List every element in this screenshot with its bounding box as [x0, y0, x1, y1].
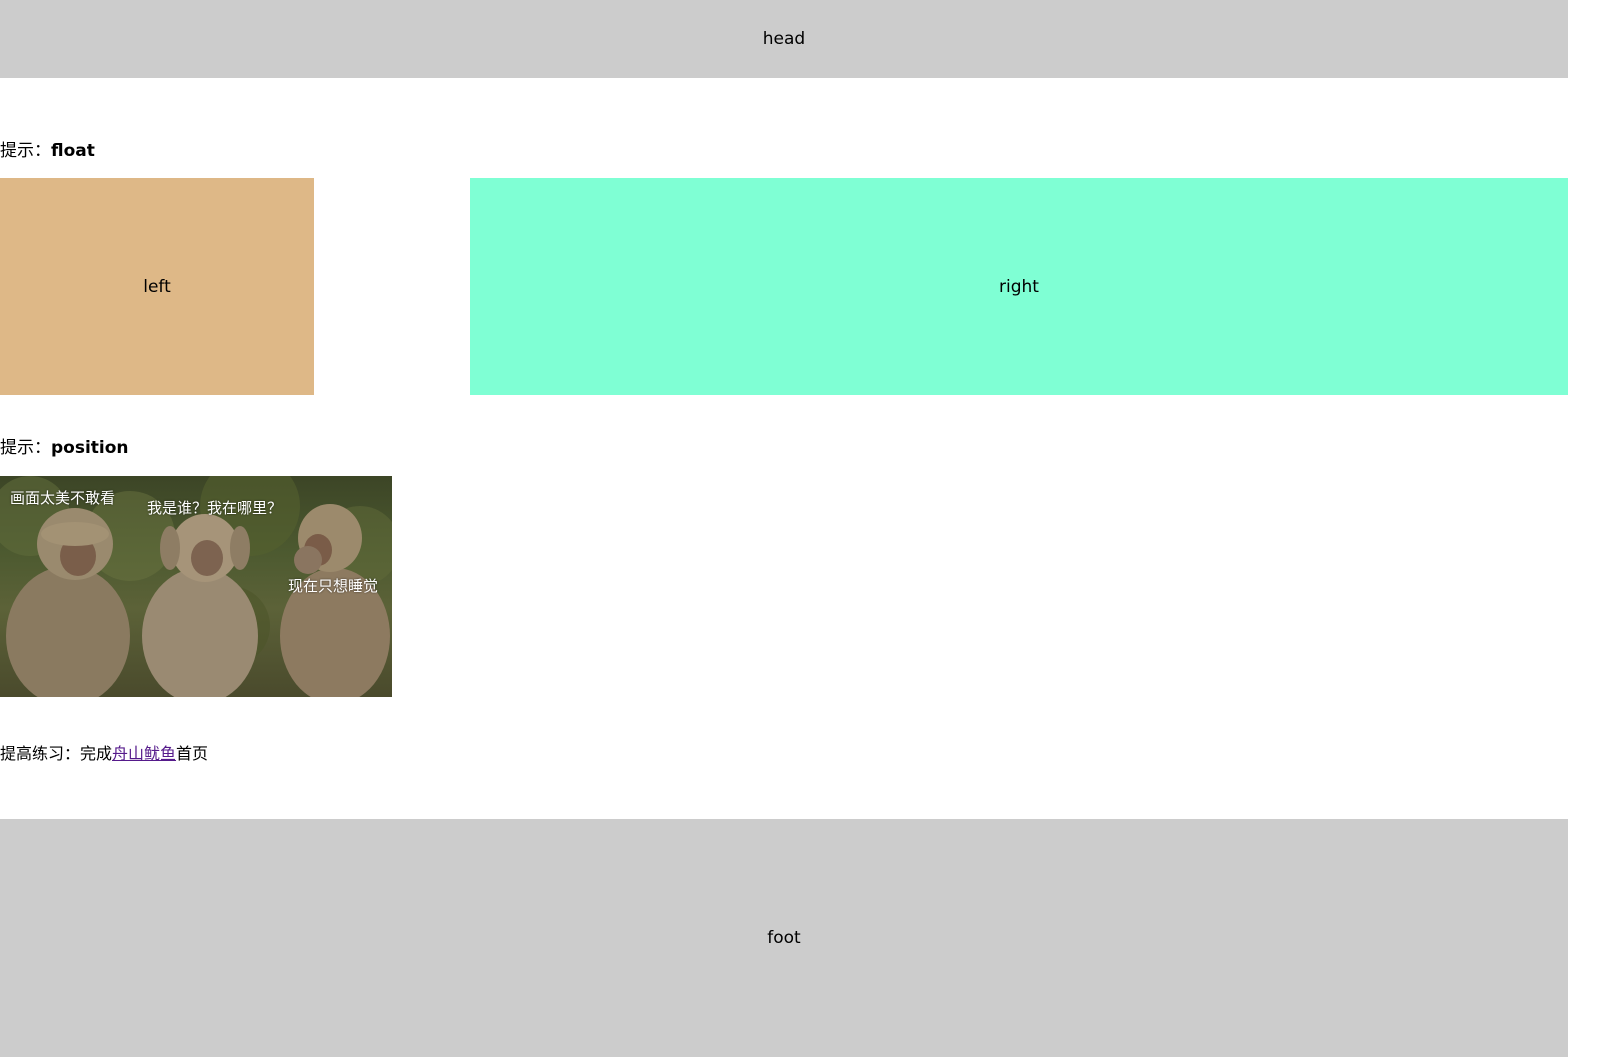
- right-float-box: right: [470, 178, 1568, 395]
- header: head: [0, 0, 1568, 78]
- caption-want-sleep: 现在只想睡觉: [288, 577, 379, 595]
- left-box-label: left: [143, 276, 171, 297]
- caption-who-am-i: 我是谁？我在哪里？: [147, 499, 283, 517]
- float-hint-keyword: float: [51, 141, 95, 161]
- position-hint-prefix: 提示：: [0, 438, 51, 458]
- practice-text: 提高练习：完成舟山鱿鱼首页: [0, 740, 208, 764]
- header-label: head: [762, 29, 806, 49]
- footer-label: foot: [767, 928, 801, 948]
- position-hint-keyword: position: [51, 438, 129, 458]
- three-monkeys-image: 画面太美不敢看 我是谁？我在哪里？ 现在只想睡觉: [0, 476, 392, 697]
- page: head 提示：float left right 提示：position 画面太…: [0, 0, 1568, 1057]
- right-box-label: right: [999, 276, 1039, 297]
- practice-suffix: 首页: [176, 744, 209, 763]
- caption-cant-look: 画面太美不敢看: [10, 489, 116, 507]
- practice-prefix: 提高练习：完成: [0, 744, 113, 763]
- position-hint: 提示：position: [0, 433, 129, 458]
- float-hint: 提示：float: [0, 136, 95, 161]
- left-float-box: left: [0, 178, 314, 395]
- float-hint-prefix: 提示：: [0, 141, 51, 161]
- footer: foot: [0, 819, 1568, 1057]
- zhoushan-squid-link[interactable]: 舟山鱿鱼: [112, 744, 176, 763]
